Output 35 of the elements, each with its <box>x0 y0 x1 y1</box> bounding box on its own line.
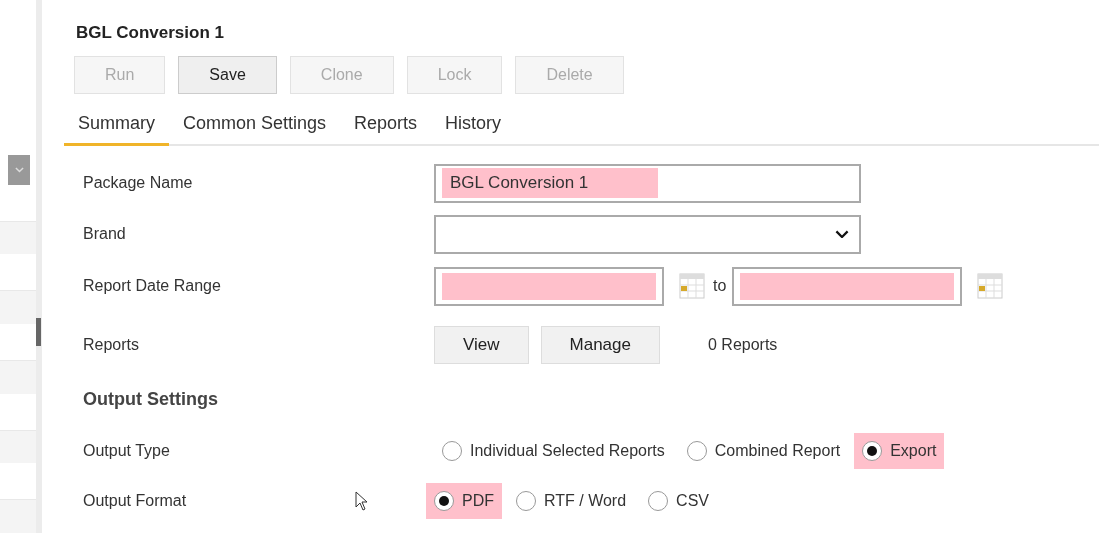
radio-option[interactable]: Individual Selected Reports <box>434 432 673 469</box>
dropdown-button[interactable] <box>8 155 30 185</box>
range-separator: to <box>713 276 727 296</box>
radio-option[interactable]: Export <box>854 432 945 469</box>
mouse-pointer-icon <box>355 491 369 511</box>
tab[interactable]: Common Settings <box>169 107 341 146</box>
toolbar-button[interactable]: Save <box>178 55 277 94</box>
section-heading: Output Settings <box>82 387 219 411</box>
tab[interactable]: Summary <box>64 107 169 146</box>
tab[interactable]: Reports <box>340 107 432 146</box>
field-label: Report Date Range <box>83 277 221 294</box>
select-field[interactable] <box>434 214 861 254</box>
field-label: Reports <box>83 335 140 353</box>
radio-option[interactable]: PDF <box>426 482 502 519</box>
page-title: BGL Conversion 1 <box>76 22 225 44</box>
text-field[interactable]: BGL Conversion 1 <box>434 163 861 203</box>
chevron-down-icon <box>835 229 849 239</box>
calendar-icon[interactable] <box>977 273 1004 299</box>
field-label: Output Format <box>83 491 187 509</box>
date-field[interactable] <box>434 266 664 306</box>
date-field[interactable] <box>732 266 963 306</box>
tab[interactable]: History <box>431 107 516 146</box>
calendar-icon[interactable] <box>679 273 705 299</box>
action-button[interactable]: Manage <box>540 325 660 364</box>
radio-option[interactable]: Combined Report <box>678 432 849 469</box>
resize-handle[interactable] <box>36 318 41 346</box>
radio-option[interactable]: CSV <box>640 482 717 519</box>
chevron-down-icon <box>14 167 24 173</box>
field-label: Package Name <box>83 174 193 191</box>
action-button[interactable]: View <box>434 325 529 364</box>
field-label: Brand <box>83 225 126 242</box>
radio-option[interactable]: RTF / Word <box>508 482 635 519</box>
field-label: Output Type <box>83 441 170 459</box>
report-count: 0 Reports <box>708 334 778 355</box>
field-value: BGL Conversion 1 <box>442 168 658 198</box>
